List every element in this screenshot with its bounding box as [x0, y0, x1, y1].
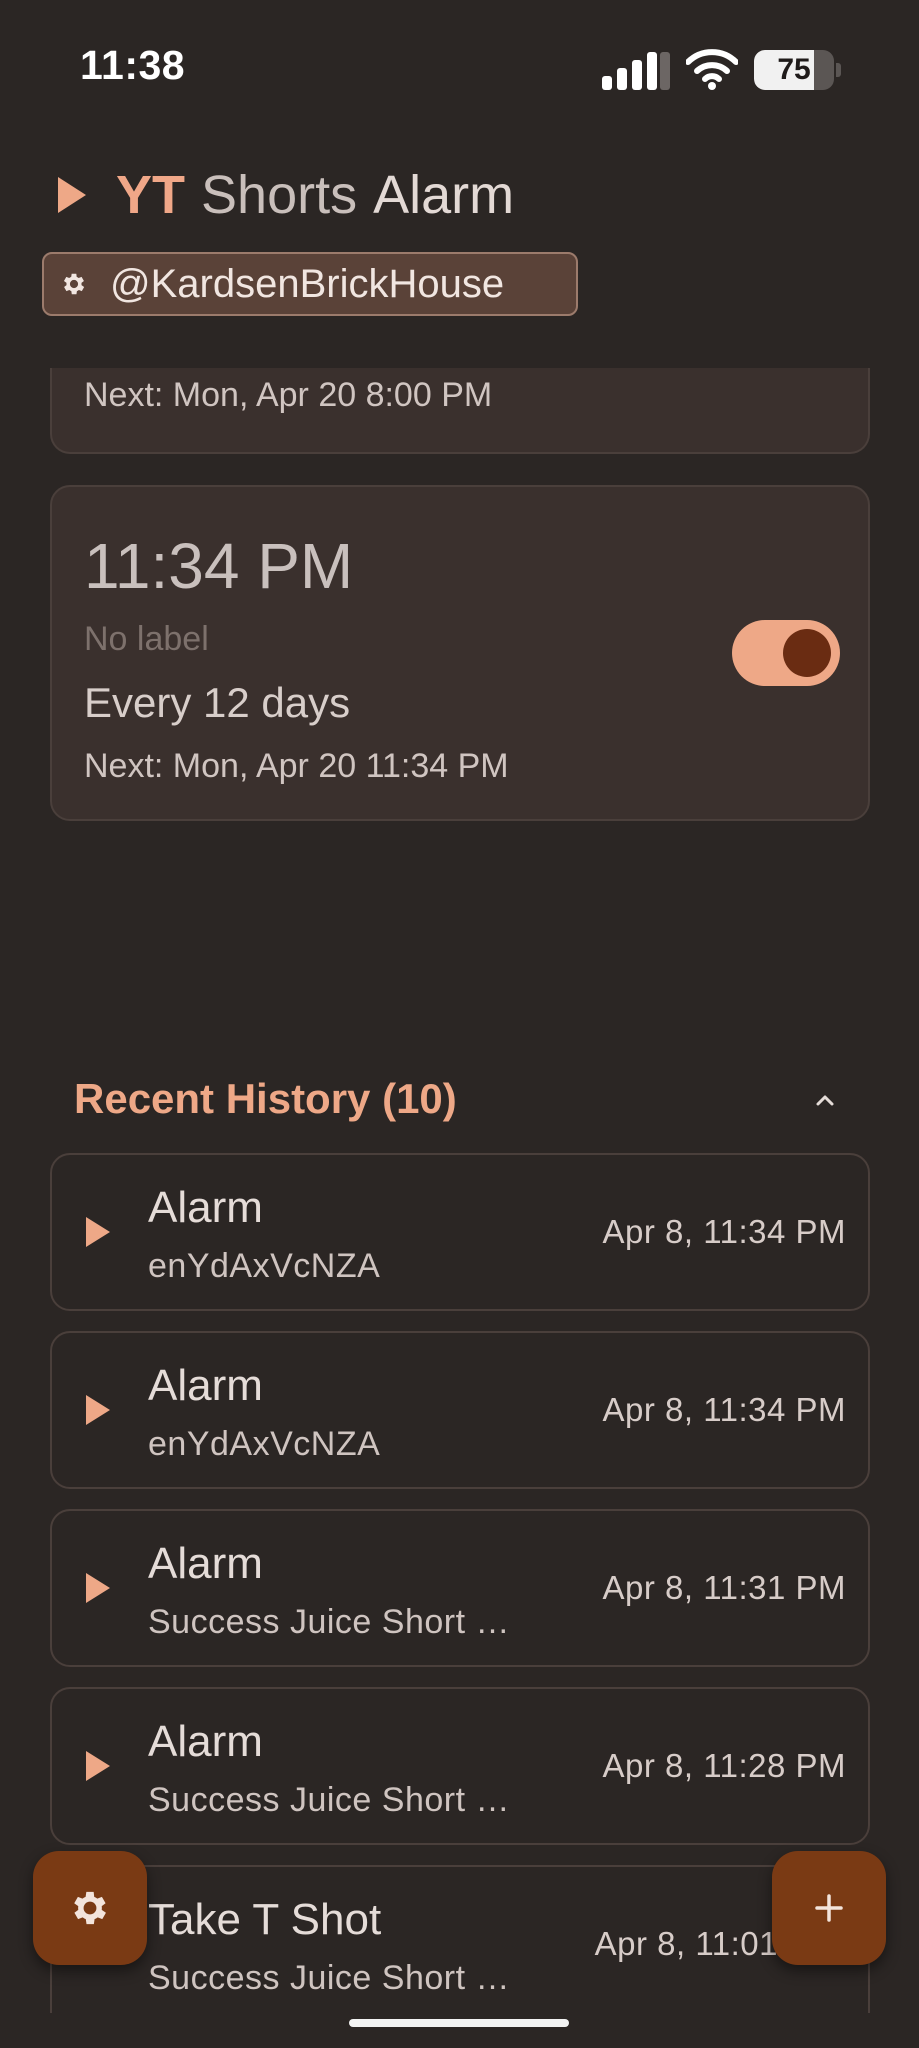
history-item[interactable]: Alarm Success Juice Short … Apr 8, 11:31…: [50, 1509, 870, 1667]
history-item-subtitle: Success Juice Short …: [148, 1781, 510, 1819]
play-icon: [58, 177, 86, 213]
history-item[interactable]: Alarm enYdAxVcNZA Apr 8, 11:34 PM: [50, 1331, 870, 1489]
screen: 11:38 75 YT Shorts Alarm @KardsenBrickHo…: [0, 0, 919, 2048]
home-indicator[interactable]: [349, 2019, 569, 2027]
history-item-time: Apr 8, 11:01: [594, 1925, 778, 1962]
battery-level: 75: [777, 53, 811, 86]
title-alarm: Alarm: [373, 165, 515, 225]
history-item-title: Alarm: [148, 1361, 263, 1410]
battery-indicator: 75: [754, 50, 841, 90]
title-yt: YT: [116, 165, 186, 225]
history-item[interactable]: Take T Shot Success Juice Short … Apr 8,…: [50, 1865, 870, 2013]
history-item-title: Take T Shot: [148, 1895, 382, 1944]
wifi-icon: [686, 49, 738, 90]
alarm-time: 11:34 PM: [84, 530, 354, 602]
app-title: YT Shorts Alarm: [58, 160, 514, 230]
play-icon: [86, 1217, 110, 1247]
account-chip[interactable]: @KardsenBrickHouse: [42, 252, 578, 316]
history-item-title: Alarm: [148, 1539, 263, 1588]
history-item-subtitle: enYdAxVcNZA: [148, 1425, 381, 1463]
play-icon: [86, 1751, 110, 1781]
alarm-card[interactable]: 11:34 PM No label Every 12 days Next: Mo…: [50, 485, 870, 821]
alarm-next: Next: Mon, Apr 20 11:34 PM: [84, 747, 509, 785]
history-item-title: Alarm: [148, 1183, 263, 1232]
plus-icon: [815, 1894, 843, 1922]
history-item[interactable]: Alarm enYdAxVcNZA Apr 8, 11:34 PM: [50, 1153, 870, 1311]
chevron-up-icon[interactable]: [810, 1085, 840, 1115]
title-shorts: Shorts: [201, 165, 358, 225]
history-item-title: Alarm: [148, 1717, 263, 1766]
add-alarm-button[interactable]: [772, 1851, 886, 1965]
alarm-card[interactable]: Next: Mon, Apr 20 8:00 PM: [50, 368, 870, 454]
gear-icon: [63, 273, 85, 295]
alarm-repeat: Every 12 days: [84, 679, 351, 726]
history-item-time: Apr 8, 11:28 PM: [602, 1747, 846, 1784]
history-item-time: Apr 8, 11:34 PM: [602, 1213, 846, 1250]
history-title: Recent History (10): [74, 1075, 457, 1122]
play-icon: [86, 1395, 110, 1425]
alarm-next: Next: Mon, Apr 20 8:00 PM: [84, 376, 493, 414]
toggle-knob: [783, 629, 831, 677]
history-item-time: Apr 8, 11:34 PM: [602, 1391, 846, 1428]
account-name: @KardsenBrickHouse: [110, 261, 505, 306]
history-item-subtitle: Success Juice Short …: [148, 1603, 510, 1641]
alarm-toggle[interactable]: [732, 620, 840, 686]
play-icon: [86, 1573, 110, 1603]
history-item[interactable]: Alarm Success Juice Short … Apr 8, 11:28…: [50, 1687, 870, 1845]
history-item-subtitle: Success Juice Short …: [148, 1959, 510, 1997]
settings-button[interactable]: [33, 1851, 147, 1965]
history-item-subtitle: enYdAxVcNZA: [148, 1247, 381, 1285]
alarm-label: No label: [84, 620, 209, 658]
gear-icon: [74, 1891, 106, 1925]
history-item-time: Apr 8, 11:31 PM: [602, 1569, 846, 1606]
status-time: 11:38: [80, 42, 186, 88]
cellular-signal-icon: [602, 52, 670, 90]
